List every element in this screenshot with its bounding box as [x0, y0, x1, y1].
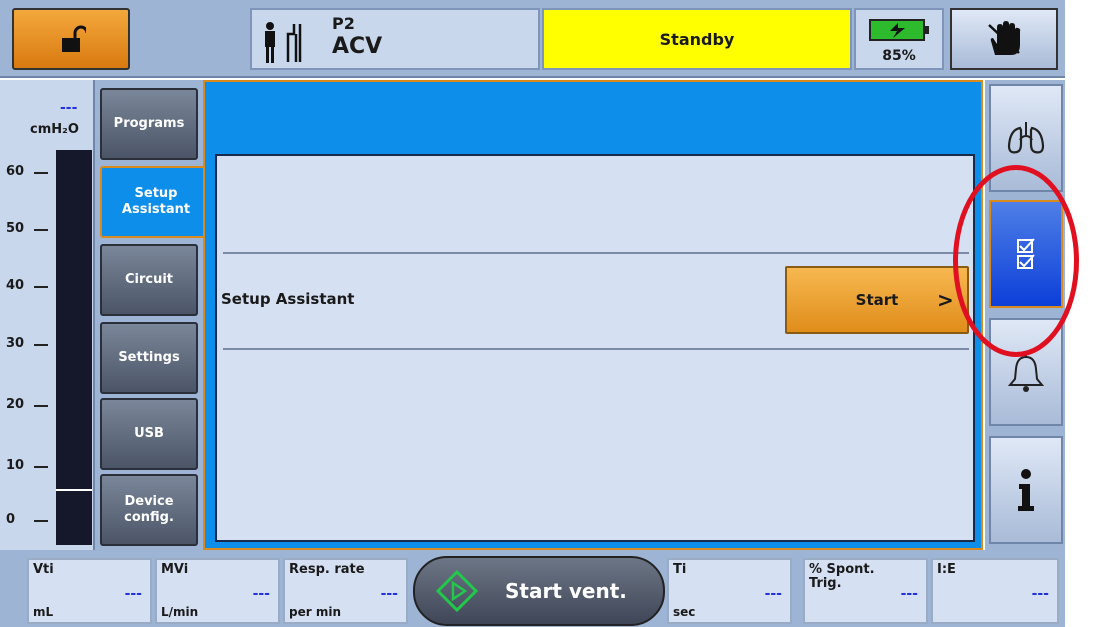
alarm-silence-button[interactable]	[950, 8, 1058, 70]
param-value: ---	[764, 586, 782, 602]
battery-percent: 85%	[882, 48, 916, 64]
param-unit: per min	[289, 605, 341, 619]
gauge-tick: 40	[6, 278, 49, 293]
param-ie[interactable]: I:E ---	[931, 558, 1059, 624]
param-value: ---	[124, 586, 142, 602]
gauge-tick: 10	[6, 458, 49, 473]
battery-charging-icon	[869, 19, 929, 41]
system-tabs: Programs Setup Assistant Circuit Setting…	[95, 80, 210, 550]
start-ventilation-label: Start vent.	[505, 579, 627, 603]
gauge-tick: 50	[6, 221, 49, 236]
pressure-bar	[56, 150, 92, 545]
param-unit: mL	[33, 605, 54, 619]
param-spont-trig[interactable]: % Spont. Trig. ---	[803, 558, 928, 624]
patient-circuit-icon	[265, 22, 302, 63]
param-name: Ti	[673, 562, 687, 577]
ventilation-mode-indicator[interactable]: P2 ACV	[250, 8, 540, 70]
battery-indicator: 85%	[854, 8, 944, 70]
param-vti[interactable]: Vti --- mL	[27, 558, 152, 624]
status-indicator: Standby	[542, 8, 852, 70]
setup-assistant-panel: Setup Assistant Start >	[203, 80, 983, 550]
gauge-tick: 60	[6, 164, 49, 179]
setup-assistant-label: Setup Assistant	[221, 290, 355, 308]
tab-circuit[interactable]: Circuit	[100, 244, 198, 316]
info-button[interactable]	[989, 436, 1063, 544]
param-resp-rate[interactable]: Resp. rate --- per min	[283, 558, 408, 624]
param-value: ---	[1031, 586, 1049, 602]
tab-device-config[interactable]: Device config.	[100, 474, 198, 546]
patient-group: P2	[332, 14, 355, 33]
gauge-tick: 30	[6, 336, 49, 351]
divider	[223, 348, 969, 350]
param-unit: sec	[673, 605, 696, 619]
tab-usb[interactable]: USB	[100, 398, 198, 470]
param-ti[interactable]: Ti --- sec	[667, 558, 792, 624]
tab-programs[interactable]: Programs	[100, 88, 198, 160]
param-value: ---	[380, 586, 398, 602]
bottom-parameter-bar: Vti --- mL MVi --- L/min Resp. rate --- …	[0, 550, 1065, 627]
divider	[223, 252, 969, 254]
hand-icon	[988, 21, 1021, 55]
start-button-label: Start	[855, 291, 899, 309]
param-name: MVi	[161, 562, 189, 577]
info-icon	[1018, 469, 1034, 511]
gauge-tick: 0	[6, 512, 49, 527]
pressure-unit: cmH₂O	[30, 122, 79, 137]
top-bar: P2 ACV Standby 85%	[0, 0, 1065, 78]
highlight-ring	[953, 165, 1079, 357]
lungs-icon	[1007, 122, 1045, 154]
gauge-tick: 20	[6, 397, 49, 412]
start-ventilation-button[interactable]: Start vent.	[413, 556, 665, 626]
status-text: Standby	[659, 29, 735, 49]
start-setup-assistant-button[interactable]: Start >	[785, 266, 969, 334]
param-value: ---	[900, 586, 918, 602]
param-name: Vti	[33, 562, 54, 577]
param-value: ---	[252, 586, 270, 602]
pressure-marker	[56, 489, 92, 491]
param-unit: L/min	[161, 605, 199, 619]
pressure-gauge: --- cmH₂O 60 50 40 30 20 10 0	[0, 80, 95, 550]
tab-settings[interactable]: Settings	[100, 322, 198, 394]
ventilation-mode: ACV	[332, 34, 383, 59]
param-name: % Spont. Trig.	[809, 562, 875, 592]
panel-content: Setup Assistant Start >	[215, 154, 975, 542]
param-name: I:E	[937, 562, 956, 577]
param-name: Resp. rate	[289, 562, 365, 577]
pressure-value: ---	[60, 100, 78, 116]
start-ventilation-icon	[435, 569, 479, 613]
unlock-button[interactable]	[12, 8, 130, 70]
unlock-icon	[62, 25, 86, 52]
tab-setup-assistant[interactable]: Setup Assistant	[100, 166, 210, 238]
param-mvi[interactable]: MVi --- L/min	[155, 558, 280, 624]
